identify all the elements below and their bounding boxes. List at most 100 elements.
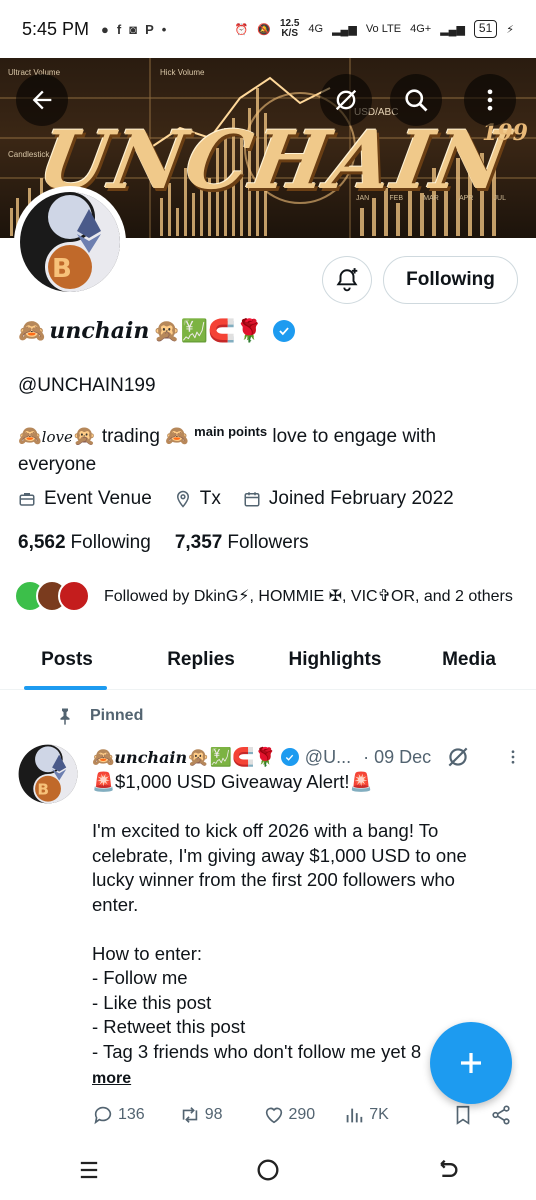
p-app-icon: P bbox=[145, 21, 154, 37]
grok-icon bbox=[335, 89, 357, 111]
search-button[interactable] bbox=[390, 74, 442, 126]
joined-text: Joined February 2022 bbox=[268, 488, 454, 509]
notifications-button[interactable] bbox=[322, 256, 372, 304]
bio-emoji-1: 🙈 bbox=[18, 426, 42, 447]
android-nav-bar bbox=[0, 1140, 536, 1200]
tab-posts[interactable]: Posts bbox=[0, 630, 134, 689]
post-actions: 136 98 290 7K bbox=[92, 1104, 512, 1126]
show-more-link[interactable]: more bbox=[92, 1070, 131, 1088]
signal-icon: ▂▄▆ bbox=[332, 23, 357, 36]
briefcase-icon bbox=[19, 493, 35, 506]
verified-badge-icon[interactable] bbox=[272, 320, 295, 342]
status-bar: 5:45 PM ● f ◙ P • ⏰ 🔕 12.5 K/S 4G ▂▄▆ Vo… bbox=[0, 0, 536, 58]
facebook-icon: f bbox=[116, 21, 122, 37]
network-label-1: 4G bbox=[308, 23, 324, 35]
status-right: ⏰ 🔕 12.5 K/S 4G ▂▄▆ Vo LTE 4G+ ▂▄▆ 51 ⚡ bbox=[235, 19, 514, 39]
location-pin-icon bbox=[176, 490, 189, 508]
back-nav-icon[interactable] bbox=[433, 1156, 461, 1184]
views-chart-icon bbox=[346, 1108, 363, 1123]
name-suffix-emojis: 🙊💹🧲🌹 bbox=[153, 318, 263, 343]
banner-month: JUL bbox=[493, 195, 506, 202]
like-count: 290 bbox=[288, 1106, 316, 1123]
location-text: Tx bbox=[199, 488, 221, 509]
post-more-icon[interactable] bbox=[504, 746, 522, 768]
active-tab-indicator bbox=[24, 686, 107, 690]
more-vertical-icon bbox=[487, 89, 493, 111]
status-notification-icons: ● f ◙ P • bbox=[101, 22, 166, 37]
bio-superscript: main points bbox=[194, 424, 268, 439]
joined-item: Joined February 2022 bbox=[243, 488, 454, 510]
profile-meta: Event Venue Tx Joined February 2022 bbox=[18, 488, 454, 510]
profession-item: Event Venue bbox=[18, 488, 152, 510]
mute-icon: 🔕 bbox=[257, 23, 271, 36]
reply-button[interactable]: 136 bbox=[92, 1104, 145, 1126]
verified-badge-icon bbox=[280, 748, 299, 766]
pin-icon bbox=[60, 708, 70, 725]
share-button[interactable] bbox=[490, 1104, 512, 1126]
plus-icon bbox=[461, 1053, 481, 1073]
followers-label: Followers bbox=[227, 532, 309, 553]
more-options-button[interactable] bbox=[464, 74, 516, 126]
battery-indicator: 51 bbox=[473, 20, 498, 38]
following-label: Following bbox=[70, 532, 151, 553]
bell-plus-icon bbox=[336, 268, 358, 292]
calendar-icon bbox=[244, 492, 260, 507]
network-speed: 12.5 K/S bbox=[280, 19, 299, 39]
tab-media[interactable]: Media bbox=[402, 630, 536, 689]
bio-love: love bbox=[41, 428, 73, 446]
banner-months: JAN FEB MAR APR JUL bbox=[356, 195, 506, 202]
banner-month: FEB bbox=[389, 195, 404, 202]
following-link[interactable]: 6,562 Following bbox=[18, 532, 151, 554]
following-button[interactable]: Following bbox=[383, 256, 518, 304]
signal-icon-2: ▂▄▆ bbox=[440, 23, 465, 36]
network-label-2: Vo LTE bbox=[365, 23, 402, 35]
post-author-prefix: 🙈 bbox=[92, 746, 115, 767]
bookmark-button[interactable] bbox=[452, 1104, 474, 1126]
followed-by-row[interactable]: Followed by DkinG⚡, HOMMIE ✠, VIC✞OR, an… bbox=[14, 580, 513, 612]
alarm-icon: ⏰ bbox=[234, 23, 249, 36]
speed-unit: K/S bbox=[281, 28, 298, 39]
post-header: 🙈 unchain 🙊💹🧲🌹 @U... · 09 Dec bbox=[92, 744, 522, 770]
svg-text:B: B bbox=[52, 254, 72, 284]
like-button[interactable]: 290 bbox=[263, 1104, 316, 1126]
grok-button[interactable] bbox=[320, 74, 372, 126]
back-button[interactable] bbox=[16, 74, 68, 126]
views-button[interactable]: 7K bbox=[343, 1104, 389, 1126]
share-icon bbox=[492, 1105, 510, 1125]
yin-yang-crypto-logo: B bbox=[18, 744, 78, 804]
follower-avatar bbox=[58, 580, 90, 612]
status-time: 5:45 PM bbox=[22, 18, 90, 39]
bio-word-1: trading bbox=[101, 426, 160, 447]
banner-title: UNCHAIN bbox=[31, 113, 518, 207]
yin-yang-crypto-logo: B bbox=[20, 192, 120, 292]
search-icon bbox=[405, 89, 428, 112]
banner-month: JAN bbox=[356, 195, 370, 202]
followers-count: 7,357 bbox=[174, 532, 223, 553]
pinned-text: Pinned bbox=[90, 707, 144, 724]
recent-apps-icon[interactable] bbox=[75, 1156, 103, 1184]
arrow-left-icon bbox=[32, 90, 52, 110]
followed-by-text: Followed by DkinG⚡, HOMMIE ✠, VIC✞OR, an… bbox=[104, 588, 513, 605]
app-icon: ◙ bbox=[129, 21, 138, 37]
banner-label-b: Hick Volume bbox=[160, 68, 205, 77]
repost-button[interactable]: 98 bbox=[179, 1104, 223, 1126]
charging-icon: ⚡ bbox=[506, 23, 514, 36]
profession-text: Event Venue bbox=[44, 488, 152, 509]
reply-icon bbox=[94, 1106, 112, 1125]
post-body: 🚨$1,000 USD Giveaway Alert!🚨 I'm excited… bbox=[92, 771, 467, 1062]
dot-icon: • bbox=[161, 21, 167, 37]
banner-month: MAR bbox=[423, 195, 439, 202]
follower-avatars bbox=[14, 580, 90, 612]
profile-avatar[interactable]: B bbox=[14, 186, 126, 298]
location-item: Tx bbox=[174, 488, 221, 510]
post-author-name[interactable]: unchain bbox=[114, 748, 187, 767]
grok-icon[interactable] bbox=[445, 744, 471, 770]
followers-link[interactable]: 7,357 Followers bbox=[175, 532, 309, 554]
compose-post-button[interactable] bbox=[430, 1022, 512, 1104]
home-icon[interactable] bbox=[254, 1156, 282, 1184]
following-count: 6,562 bbox=[18, 532, 66, 553]
profile-bio: 🙈love🙊 trading 🙈 main points love to eng… bbox=[18, 418, 518, 478]
post-author-avatar[interactable]: B bbox=[18, 744, 78, 804]
tab-replies[interactable]: Replies bbox=[134, 630, 268, 689]
tab-highlights[interactable]: Highlights bbox=[268, 630, 402, 689]
